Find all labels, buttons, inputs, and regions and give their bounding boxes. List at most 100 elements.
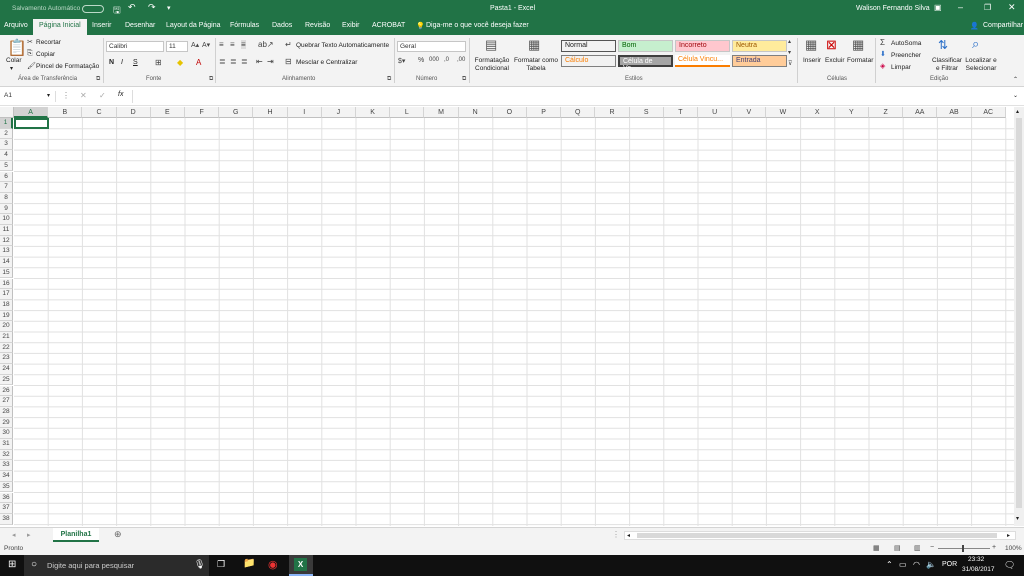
style-incorreto[interactable]: Incorreto (675, 40, 730, 52)
scroll-left-icon[interactable]: ◂ (627, 532, 630, 539)
copy-button[interactable]: Copiar (36, 51, 55, 58)
row-header[interactable]: 28 (0, 406, 13, 418)
row-header[interactable]: 4 (0, 150, 13, 161)
bold-button[interactable]: N (109, 59, 114, 66)
column-header[interactable]: B (48, 107, 83, 118)
paste-button[interactable]: Colar (6, 57, 22, 64)
redo-icon[interactable]: ↷ (148, 2, 156, 13)
row-header[interactable]: 1 (0, 118, 13, 129)
row-header[interactable]: 36 (0, 492, 13, 504)
column-header[interactable]: V (732, 107, 767, 118)
column-header[interactable]: AA (903, 107, 938, 118)
row-header[interactable]: 31 (0, 439, 13, 450)
column-header[interactable]: M (424, 107, 459, 118)
column-header[interactable]: J (321, 107, 356, 118)
row-header[interactable]: 10 (0, 214, 13, 225)
clear-button[interactable]: Limpar (891, 64, 911, 71)
find-select-icon[interactable]: ⌕ (972, 36, 979, 52)
row-header[interactable]: 20 (0, 321, 13, 332)
row-header[interactable]: 29 (0, 417, 13, 429)
font-launcher-icon[interactable]: ⧉ (209, 76, 213, 83)
style-neutra[interactable]: Neutra (732, 40, 787, 52)
worksheet-grid[interactable]: A B C D E F G H I J K L M N O P Q R S T U V W X Y Z AA AB AC 1234567… (0, 107, 1014, 526)
tab-desenhar[interactable]: Desenhar (125, 22, 155, 29)
vertical-scroll-thumb[interactable] (1016, 118, 1022, 508)
clipboard-launcher-icon[interactable]: ⧉ (96, 76, 100, 83)
column-header[interactable]: I (287, 107, 322, 118)
vertical-scrollbar[interactable]: ▴ ▾ (1014, 107, 1024, 526)
style-calculo[interactable]: Cálculo (561, 55, 616, 67)
zoom-in-icon[interactable]: + (992, 544, 996, 551)
sheet-tab-planilha1[interactable]: Planilha1 (53, 528, 99, 542)
number-launcher-icon[interactable]: ⧉ (462, 76, 466, 83)
tab-inserir[interactable]: Inserir (92, 22, 111, 29)
fill-button[interactable]: Preencher (891, 52, 921, 59)
tab-formulas[interactable]: Fórmulas (230, 22, 259, 29)
indent-increase-icon[interactable]: ⇥ (267, 57, 274, 66)
column-header[interactable]: N (458, 107, 493, 118)
style-normal[interactable]: Normal (561, 40, 616, 52)
style-celula-verificacao[interactable]: Célula de Ve... (618, 55, 673, 72)
row-header[interactable]: 17 (0, 289, 13, 300)
windows-start-icon[interactable]: ⊞ (8, 559, 16, 570)
insert-function-button[interactable]: fx (118, 91, 123, 98)
clock-date[interactable]: 31/08/2017 (962, 566, 995, 573)
row-header[interactable]: 9 (0, 203, 13, 215)
styles-scroll-up-icon[interactable]: ▴ (788, 38, 791, 45)
align-bottom-icon[interactable]: ≡ (241, 40, 246, 49)
sort-filter-icon[interactable]: ⇅ (938, 38, 948, 52)
copy-icon[interactable]: ⎘ (27, 50, 33, 58)
row-header[interactable]: 16 (0, 278, 13, 290)
paste-dropdown-icon[interactable]: ▾ (10, 65, 13, 72)
column-header[interactable]: D (116, 107, 151, 118)
active-cell-A1[interactable] (14, 118, 49, 129)
format-as-table-icon[interactable]: ▦ (528, 37, 540, 53)
column-header[interactable]: O (492, 107, 527, 118)
clock-time[interactable]: 23:32 (968, 556, 984, 563)
column-header[interactable]: T (663, 107, 698, 118)
file-explorer-icon[interactable]: 📁 (243, 558, 255, 569)
undo-icon[interactable]: ↶ (128, 2, 136, 13)
insert-cells-icon[interactable]: ▦ (805, 37, 817, 53)
paste-icon[interactable]: 📋 (7, 38, 27, 58)
row-header[interactable]: 19 (0, 310, 13, 322)
restore-icon[interactable]: ❐ (984, 3, 991, 12)
taskbar-search-box[interactable]: ○ Digite aqui para pesquisar 🎙 (24, 555, 209, 576)
add-sheet-icon[interactable]: ⊕ (114, 529, 122, 540)
column-header[interactable]: AC (971, 107, 1006, 118)
tab-acrobat[interactable]: ACROBAT (372, 22, 405, 29)
microphone-icon[interactable]: 🎙 (194, 559, 205, 570)
scroll-right-icon[interactable]: ▸ (1007, 532, 1010, 539)
cut-icon[interactable]: ✂ (27, 38, 33, 46)
borders-icon[interactable]: ⊞ (155, 58, 162, 67)
notifications-icon[interactable]: 🗨 (1004, 560, 1015, 571)
row-header[interactable]: 2 (0, 128, 13, 140)
column-header[interactable]: K (356, 107, 391, 118)
column-header[interactable]: AB (937, 107, 972, 118)
column-header[interactable]: F (185, 107, 220, 118)
confirm-entry-icon[interactable]: ✓ (99, 91, 106, 100)
format-painter-button[interactable]: Pincel de Formatação (36, 63, 99, 70)
orientation-icon[interactable]: ab↗ (258, 40, 274, 49)
find-select-button[interactable]: Localizar e Selecionar (964, 57, 998, 73)
column-header[interactable]: Y (834, 107, 869, 118)
zoom-slider-thumb[interactable] (962, 545, 964, 552)
zoom-level[interactable]: 100% (1005, 545, 1022, 552)
row-header[interactable]: 33 (0, 460, 13, 472)
column-header[interactable]: L (390, 107, 425, 118)
cut-button[interactable]: Recortar (36, 39, 61, 46)
row-header[interactable]: 26 (0, 385, 13, 397)
styles-more-icon[interactable]: ⊽ (788, 60, 792, 67)
prev-sheet-icon[interactable]: ◂ (12, 531, 16, 539)
minimize-icon[interactable]: – (958, 2, 963, 12)
column-header[interactable]: G (219, 107, 254, 118)
column-header[interactable]: U (698, 107, 733, 118)
scroll-up-icon[interactable]: ▴ (1016, 108, 1019, 115)
row-header[interactable]: 15 (0, 267, 13, 279)
number-format-select[interactable]: Geral (397, 41, 466, 52)
tab-dados[interactable]: Dados (272, 22, 292, 29)
row-header[interactable]: 5 (0, 160, 13, 172)
collapse-ribbon-icon[interactable]: ⌃ (1013, 76, 1018, 83)
row-header[interactable]: 37 (0, 503, 13, 514)
row-header[interactable]: 11 (0, 225, 13, 236)
